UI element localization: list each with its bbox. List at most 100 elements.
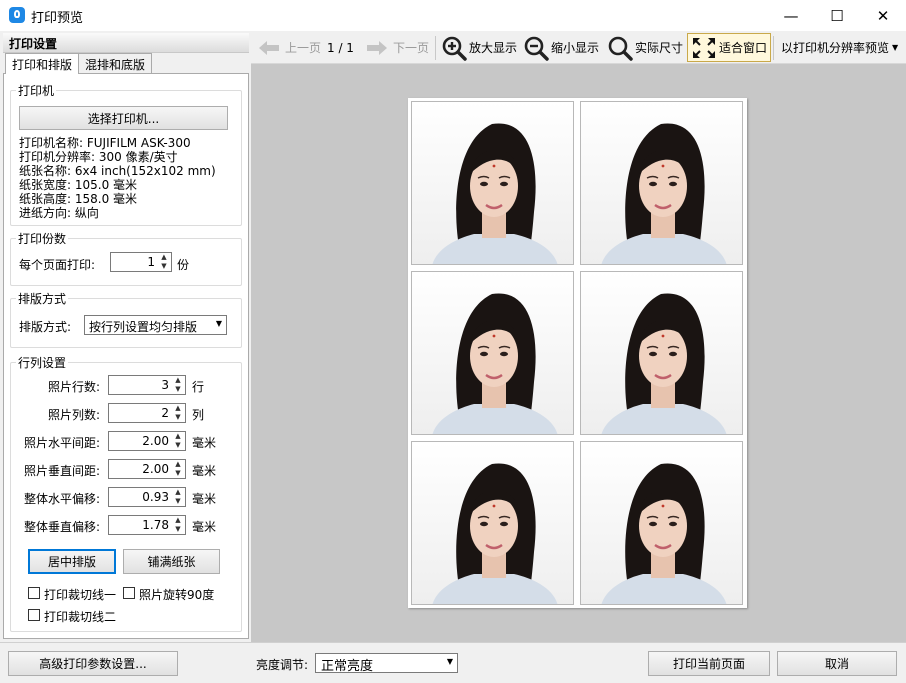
prev-page-label: 上一页: [285, 41, 322, 55]
cut-line-2-checkbox[interactable]: [28, 609, 40, 621]
stepper-arrows-icon[interactable]: ▲ ▼: [173, 460, 183, 478]
center-layout-button[interactable]: 居中排版: [28, 549, 116, 574]
fit-window-button[interactable]: 适合窗口: [687, 33, 772, 62]
portrait-photo-image: [581, 272, 742, 434]
v-offset-unit: 毫米: [192, 520, 217, 534]
printer-group-title: 打印机: [16, 82, 57, 99]
preview-area[interactable]: [251, 64, 906, 642]
advanced-settings-button[interactable]: 高级打印参数设置...: [8, 651, 178, 676]
print-settings-header: 打印设置: [3, 33, 249, 53]
minimize-button[interactable]: —: [768, 0, 814, 31]
stepper-arrows-icon[interactable]: ▲ ▼: [173, 516, 183, 534]
rows-unit: 行: [192, 380, 205, 394]
tab-mixed-layout[interactable]: 混排和底版: [78, 53, 153, 73]
copies-stepper[interactable]: 1 ▲ ▼: [110, 252, 172, 272]
zoom-out-button[interactable]: 缩小显示: [523, 31, 599, 64]
v-spacing-value: 2.00: [142, 462, 169, 476]
zoom-in-icon: [442, 36, 467, 61]
brightness-value: 正常亮度: [321, 659, 374, 674]
photo-cell: [580, 441, 743, 605]
select-printer-button[interactable]: 选择打印机...: [19, 106, 228, 130]
rows-label: 照片行数:: [47, 380, 100, 394]
portrait-photo-image: [581, 102, 742, 264]
cols-stepper[interactable]: 2 ▲ ▼: [108, 403, 186, 423]
arrow-left-icon: [259, 40, 279, 55]
prev-page-button[interactable]: 上一页: [257, 31, 321, 64]
resolution-preview-button[interactable]: 以打印机分辨率预览 ▼: [781, 31, 898, 64]
cols-unit: 列: [192, 408, 205, 422]
close-icon: ✕: [876, 6, 890, 25]
actual-size-button[interactable]: 实际尺寸: [607, 31, 683, 64]
h-spacing-unit: 毫米: [192, 436, 217, 450]
settings-panel: 打印机 选择打印机... 打印机名称: FUJIFILM ASK-300 打印机…: [3, 73, 249, 639]
h-offset-stepper[interactable]: 0.93 ▲ ▼: [108, 487, 186, 507]
fill-paper-button[interactable]: 铺满纸张: [123, 549, 220, 574]
layout-label: 排版方式:: [19, 320, 72, 334]
rotate-90-checkbox[interactable]: [123, 587, 135, 599]
fit-window-label: 适合窗口: [719, 41, 768, 55]
tab-print-layout[interactable]: 打印和排版: [5, 53, 80, 74]
feed-direction: 进纸方向: 纵向: [19, 206, 99, 220]
v-offset-stepper[interactable]: 1.78 ▲ ▼: [108, 515, 186, 535]
minimize-icon: —: [783, 6, 799, 25]
stepper-arrows-icon[interactable]: ▲ ▼: [159, 253, 169, 271]
photo-cell: [411, 441, 574, 605]
title-bar: 打印预览 — ☐ ✕: [0, 0, 906, 31]
layout-select-value: 按行列设置均匀排版: [89, 320, 198, 334]
zoom-in-button[interactable]: 放大显示: [441, 31, 517, 64]
cut-line-1-checkbox[interactable]: [28, 587, 40, 599]
toolbar-separator: [773, 36, 774, 60]
stepper-arrows-icon[interactable]: ▲ ▼: [173, 404, 183, 422]
h-spacing-value: 2.00: [142, 434, 169, 448]
stepper-arrows-icon[interactable]: ▲ ▼: [173, 376, 183, 394]
zoom-out-icon: [524, 36, 549, 61]
print-current-page-button[interactable]: 打印当前页面: [648, 651, 770, 676]
stepper-arrows-icon[interactable]: ▲ ▼: [173, 488, 183, 506]
resolution-preview-label: 以打印机分辨率预览: [781, 41, 890, 55]
copies-label: 每个页面打印:: [19, 258, 96, 272]
zoom-out-label: 缩小显示: [551, 41, 600, 55]
h-spacing-stepper[interactable]: 2.00 ▲ ▼: [108, 431, 186, 451]
brightness-select[interactable]: 正常亮度 ▼: [315, 653, 458, 674]
close-button[interactable]: ✕: [860, 0, 906, 31]
copies-value: 1: [147, 255, 155, 269]
v-spacing-stepper[interactable]: 2.00 ▲ ▼: [108, 459, 186, 479]
rows-value: 3: [161, 378, 169, 392]
app-icon: [9, 7, 25, 23]
bottom-bar: 高级打印参数设置... 亮度调节: 正常亮度 ▼ 打印当前页面 取消: [0, 642, 906, 683]
actual-size-label: 实际尺寸: [635, 41, 684, 55]
portrait-photo-image: [412, 442, 573, 604]
h-offset-value: 0.93: [142, 490, 169, 504]
rotate-90-label[interactable]: 照片旋转90度: [139, 586, 214, 603]
cols-label: 照片列数:: [47, 408, 100, 422]
maximize-icon: ☐: [830, 6, 844, 25]
chevron-down-icon: ▼: [446, 657, 453, 666]
stepper-arrows-icon[interactable]: ▲ ▼: [173, 432, 183, 450]
cancel-button[interactable]: 取消: [777, 651, 897, 676]
preview-toolbar: 上一页 1 / 1 下一页 放大显示 缩小显示 实际尺寸 适合窗口 以打印机分辨…: [251, 31, 906, 64]
copies-group-title: 打印份数: [16, 230, 69, 247]
layout-select[interactable]: 按行列设置均匀排版 ▼: [84, 315, 227, 335]
h-offset-label: 整体水平偏移:: [23, 492, 100, 506]
photo-cell: [580, 101, 743, 265]
portrait-photo-image: [412, 102, 573, 264]
grid-group-title: 行列设置: [16, 354, 69, 371]
next-page-button[interactable]: 下一页: [365, 31, 429, 64]
cut-line-2-label[interactable]: 打印裁切线二: [44, 608, 116, 625]
rows-stepper[interactable]: 3 ▲ ▼: [108, 375, 186, 395]
chevron-down-icon: ▼: [892, 43, 899, 52]
v-spacing-label: 照片垂直间距:: [23, 464, 100, 478]
h-offset-unit: 毫米: [192, 492, 217, 506]
photo-cell: [411, 101, 574, 265]
layout-group-title: 排版方式: [16, 290, 69, 307]
toolbar-separator: [435, 36, 436, 60]
v-offset-value: 1.78: [142, 518, 169, 532]
v-spacing-unit: 毫米: [192, 464, 217, 478]
brightness-label: 亮度调节:: [256, 658, 309, 672]
maximize-button[interactable]: ☐: [814, 0, 860, 31]
copies-unit: 份: [177, 258, 190, 272]
chevron-down-icon: ▼: [215, 319, 222, 328]
v-offset-label: 整体垂直偏移:: [23, 520, 100, 534]
window-title: 打印预览: [31, 11, 84, 26]
cut-line-1-label[interactable]: 打印裁切线一: [44, 586, 116, 603]
